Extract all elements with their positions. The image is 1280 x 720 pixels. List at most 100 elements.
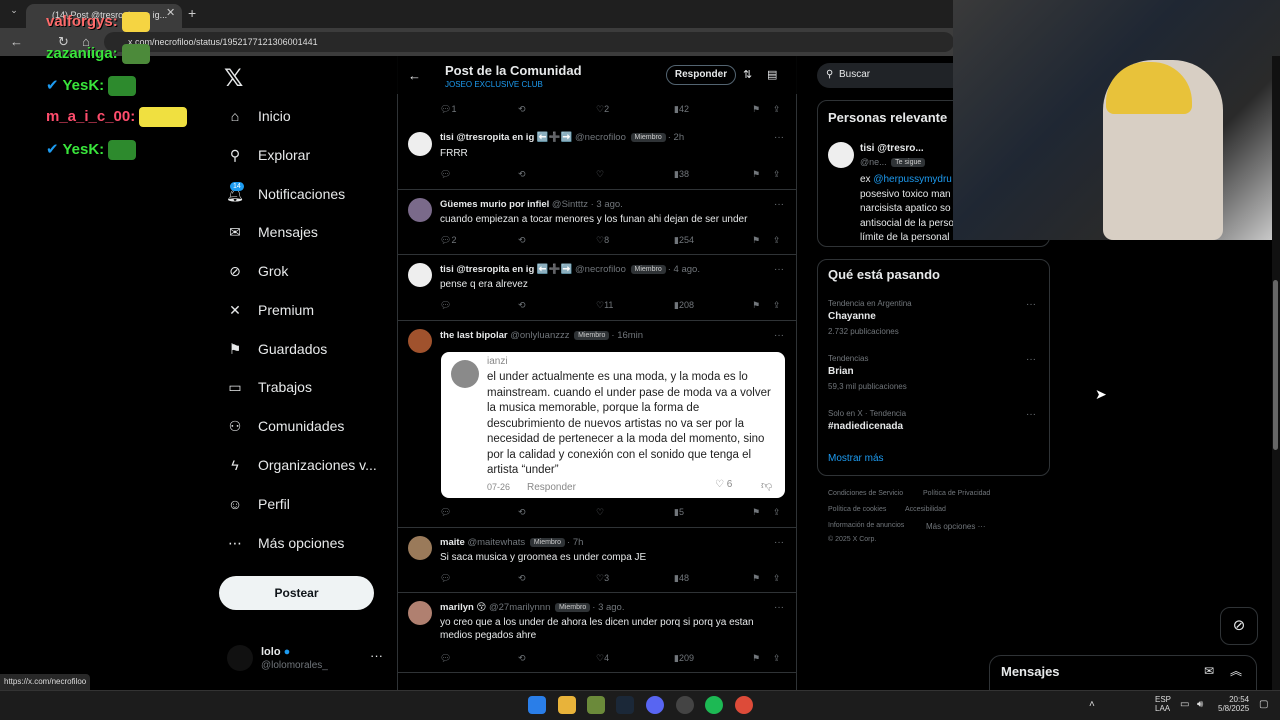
nav-item-guardados[interactable]: ⚑ Guardados [226, 334, 328, 364]
avatar[interactable] [408, 536, 432, 560]
reply-icon[interactable]: 💬︎ [440, 300, 451, 311]
views-action[interactable]: ▮ 5 [674, 507, 684, 518]
reply-button[interactable]: Responder [666, 65, 736, 85]
expand-icon[interactable]: ︽ [1230, 662, 1242, 679]
post-time[interactable]: · 7h [567, 537, 583, 548]
network-icon[interactable]: ▭ [1180, 699, 1189, 710]
post-author[interactable]: Güemes murio por infiel [440, 199, 549, 210]
post-author[interactable]: maite [440, 537, 465, 548]
filter-icon[interactable]: ⇅ [743, 68, 752, 81]
post-time[interactable]: · 3 ago. [592, 602, 624, 613]
bookmark-icon[interactable]: ⚑ [752, 235, 760, 246]
post-handle[interactable]: @onlyluanzzz [510, 330, 569, 341]
show-more-link[interactable]: Mostrar más [828, 453, 884, 464]
steam-icon[interactable] [616, 696, 634, 714]
footer-link[interactable]: Información de anuncios [828, 522, 904, 529]
like-action[interactable]: ♡ 2 [596, 104, 609, 115]
trend-name[interactable]: #nadiedicenada [828, 421, 903, 432]
views-action[interactable]: ▮ 208 [674, 300, 694, 311]
footer-link[interactable]: Accesibilidad [905, 506, 946, 513]
trend-name[interactable]: Brian [828, 366, 854, 377]
post-more-icon[interactable]: ··· [774, 264, 784, 275]
like-action[interactable]: ♡ 4 [596, 653, 609, 664]
tab-search-icon[interactable]: ⌄ [6, 5, 22, 21]
post-more-icon[interactable]: ··· [774, 537, 784, 548]
new-tab-icon[interactable]: + [188, 5, 196, 21]
app-icon[interactable] [587, 696, 605, 714]
trend-more-icon[interactable]: ··· [1026, 409, 1036, 420]
discord-icon[interactable] [646, 696, 664, 714]
views-action[interactable]: ▮ 42 [674, 104, 689, 115]
nav-item-organizaciones[interactable]: ϟ Organizaciones v... [226, 450, 377, 480]
avatar[interactable] [828, 142, 854, 168]
footer-link[interactable]: Condiciones de Servicio [828, 490, 903, 497]
repost-icon[interactable]: ⟲ [518, 507, 526, 518]
nav-item-inicio[interactable]: ⌂ Inicio [226, 101, 291, 131]
reply-icon[interactable]: 💬︎ [440, 653, 451, 664]
repost-icon[interactable]: ⟲ [518, 573, 526, 584]
post-button[interactable]: Postear [219, 576, 374, 610]
views-action[interactable]: ▮ 48 [674, 573, 689, 584]
footer-link[interactable]: Política de cookies [828, 506, 886, 513]
share-icon[interactable]: ⇪ [773, 507, 781, 518]
repost-icon[interactable]: ⟲ [518, 653, 526, 664]
post-author[interactable]: the last bipolar [440, 330, 508, 341]
post-author[interactable]: tisi @tresropita en ig ⬅️➕➡️ [440, 264, 572, 275]
nav-item-comunidades[interactable]: ⚇ Comunidades [226, 411, 345, 441]
profile-name[interactable]: lolo ● [261, 646, 290, 658]
share-icon[interactable]: ⇪ [773, 104, 781, 115]
bookmark-icon[interactable]: ⚑ [752, 573, 760, 584]
avatar[interactable] [408, 132, 432, 156]
post-handle[interactable]: @maitewhats [467, 537, 525, 548]
post-time[interactable]: · 16min [611, 330, 643, 341]
back-icon[interactable]: ← [10, 34, 23, 49]
bookmark-icon[interactable]: ⚑ [752, 653, 760, 664]
tab-close-icon[interactable]: ✕ [166, 6, 175, 19]
like-icon[interactable]: ♡ [596, 169, 604, 180]
post-handle[interactable]: @27marilynnn [489, 602, 550, 613]
tray-expand-icon[interactable]: ˄ [1089, 699, 1095, 710]
post-more-icon[interactable]: ··· [774, 199, 784, 210]
post-handle[interactable]: @Sintttz [552, 199, 588, 210]
bio-mention[interactable]: @herpussymydru [873, 174, 952, 185]
nav-item-premium[interactable]: ✕ Premium [226, 295, 314, 325]
windows-start-icon[interactable] [528, 696, 546, 714]
reply-icon[interactable]: 💬︎ [440, 507, 451, 518]
like-action[interactable]: ♡ 11 [596, 300, 613, 311]
nav-item-mas-opciones[interactable]: ⋯ Más opciones [226, 528, 344, 558]
post-more-icon[interactable]: ··· [774, 132, 784, 143]
post-author[interactable]: tisi @tresropita en ig ⬅️➕➡️ [440, 132, 572, 143]
nav-item-mensajes[interactable]: ✉ Mensajes [226, 217, 318, 247]
profile-more-icon[interactable]: ··· [370, 648, 383, 663]
back-arrow-icon[interactable]: ← [408, 68, 421, 83]
views-action[interactable]: ▮ 209 [674, 653, 694, 664]
list-item[interactable]: tisi @tresropita en ig ⬅️➕➡️ @necrofiloo… [398, 124, 796, 190]
reply-action[interactable]: 💬︎ 1 [440, 104, 456, 115]
messages-dock[interactable]: Mensajes ✉ ︽ [989, 655, 1257, 693]
new-message-icon[interactable]: ✉ [1204, 664, 1214, 678]
reply-icon[interactable]: 💬︎ [440, 169, 451, 180]
nav-item-grok[interactable]: ⊘ Grok [226, 256, 288, 286]
share-icon[interactable]: ⇪ [773, 300, 781, 311]
footer-link[interactable]: Política de Privacidad [923, 490, 990, 497]
list-item[interactable]: Güemes murio por infiel @Sintttz · 3 ago… [398, 190, 796, 255]
spotify-icon[interactable] [705, 696, 723, 714]
like-action[interactable]: ♡ 3 [596, 573, 609, 584]
language-indicator[interactable]: ESP LAA [1155, 695, 1171, 713]
reply-icon[interactable]: 💬︎ [440, 573, 451, 584]
nav-item-notificaciones[interactable]: 🔔︎ Notificaciones [226, 179, 345, 209]
list-item[interactable]: marilyn 😚 @27marilynnn Miembro · 3 ago. ·… [398, 593, 796, 673]
share-icon[interactable]: ⇪ [773, 653, 781, 664]
quoted-screenshot[interactable]: ianzi el under actualmente es una moda, … [441, 352, 785, 498]
nav-item-perfil[interactable]: ☺ Perfil [226, 489, 290, 519]
avatar[interactable] [408, 198, 432, 222]
list-item[interactable]: maite @maitewhats Miembro · 7h ··· Si sac… [398, 528, 796, 593]
repost-icon[interactable]: ⟲ [518, 300, 526, 311]
file-explorer-icon[interactable] [558, 696, 576, 714]
reader-icon[interactable]: ▤ [767, 68, 777, 81]
repost-icon[interactable]: ⟲ [518, 104, 526, 115]
trend-name[interactable]: Chayanne [828, 311, 876, 322]
post-time[interactable]: · 4 ago. [668, 264, 700, 275]
grok-fab-icon[interactable]: ⊘ [1220, 607, 1258, 645]
trend-more-icon[interactable]: ··· [1026, 354, 1036, 365]
